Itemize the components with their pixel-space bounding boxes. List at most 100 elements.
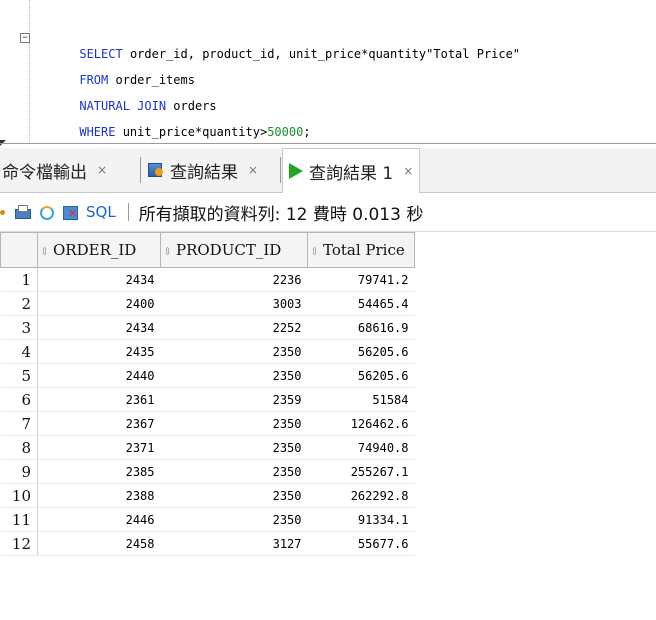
row-number: 1 [0,267,38,292]
close-icon[interactable]: × [93,163,107,177]
table-row[interactable]: 9 2385 2350 255267.1 [0,459,415,484]
output-tabstrip: 命令檔輸出 × 查詢結果 × 查詢結果 1 × [0,148,656,193]
total-price-cell[interactable]: 54465.4 [307,291,415,316]
sort-icon[interactable]: ⇕ [40,245,50,258]
tab-divider [280,157,281,183]
row-number: 5 [0,363,38,388]
order-id-cell[interactable]: 2434 [37,315,161,340]
tab-query-result[interactable]: 查詢結果 × [148,148,258,192]
order-id-cell[interactable]: 2458 [37,531,161,556]
product-id-cell[interactable]: 2350 [160,459,308,484]
table-row[interactable]: 5 2440 2350 56205.6 [0,363,415,388]
table-header-row: ⇕ ORDER_ID ⇕ PRODUCT_ID ⇕ Total Price [0,232,415,268]
order-id-cell[interactable]: 2371 [37,435,161,460]
sql-text: unit_price*quantity> [115,125,268,139]
table-row[interactable]: 12 2458 3127 55677.6 [0,531,415,556]
toolbar-divider [127,203,129,221]
table-row[interactable]: 10 2388 2350 262292.8 [0,483,415,508]
total-price-cell[interactable]: 51584 [307,387,415,412]
results-toolbar: SQL 所有擷取的資料列: 12 費時 0.013 秒 [0,193,656,232]
product-id-cell[interactable]: 3003 [160,291,308,316]
product-id-cell[interactable]: 3127 [160,531,308,556]
sql-editor[interactable]: − SELECT order_id, product_id, unit_pric… [0,0,656,146]
order-id-cell[interactable]: 2435 [37,339,161,364]
tab-label: 命令檔輸出 [2,162,87,183]
product-id-cell[interactable]: 2350 [160,339,308,364]
row-number: 7 [0,411,38,436]
close-icon[interactable]: × [399,164,413,178]
row-number: 12 [0,531,38,556]
total-price-cell[interactable]: 126462.6 [307,411,415,436]
tab-label: 查詢結果 [170,162,238,183]
row-number: 10 [0,483,38,508]
column-header-product-id[interactable]: ⇕ PRODUCT_ID [160,232,308,268]
row-number-header [0,232,38,268]
editor-gutter [29,0,30,144]
order-id-cell[interactable]: 2440 [37,363,161,388]
total-price-cell[interactable]: 55677.6 [307,531,415,556]
product-id-cell[interactable]: 2350 [160,483,308,508]
product-id-cell[interactable]: 2359 [160,387,308,412]
product-id-cell[interactable]: 2236 [160,267,308,292]
results-table: ⇕ ORDER_ID ⇕ PRODUCT_ID ⇕ Total Price 1 243… [0,232,415,556]
tab-script-output[interactable]: 命令檔輸出 × [2,148,107,192]
tab-query-result-1[interactable]: 查詢結果 1 × [282,148,421,193]
sort-icon[interactable]: ⇕ [163,245,173,258]
export-icon[interactable] [62,204,78,220]
refresh-icon[interactable] [38,204,54,220]
sql-text: ; [303,125,311,139]
total-price-cell[interactable]: 56205.6 [307,363,415,388]
row-number: 11 [0,507,38,532]
column-header-total-price[interactable]: ⇕ Total Price [307,232,415,268]
product-id-cell[interactable]: 2350 [160,411,308,436]
order-id-cell[interactable]: 2434 [37,267,161,292]
sql-button[interactable]: SQL [86,203,116,221]
table-row[interactable]: 4 2435 2350 56205.6 [0,339,415,364]
order-id-cell[interactable]: 2361 [37,387,161,412]
pin-icon[interactable] [0,204,6,220]
column-header-order-id[interactable]: ⇕ ORDER_ID [37,232,161,268]
total-price-cell[interactable]: 74940.8 [307,435,415,460]
sql-number: 50000 [267,125,304,139]
row-number: 9 [0,459,38,484]
order-id-cell[interactable]: 2446 [37,507,161,532]
table-row[interactable]: 1 2434 2236 79741.2 [0,267,415,292]
tab-label: 查詢結果 1 [309,163,394,184]
order-id-cell[interactable]: 2367 [37,411,161,436]
row-number: 6 [0,387,38,412]
table-row[interactable]: 3 2434 2252 68616.9 [0,315,415,340]
total-price-cell[interactable]: 56205.6 [307,339,415,364]
total-price-cell[interactable]: 91334.1 [307,507,415,532]
tab-divider [140,157,141,183]
fold-toggle-icon[interactable]: − [20,33,30,43]
sql-keyword: WHERE [79,125,116,139]
sql-developer-window: − SELECT order_id, product_id, unit_pric… [0,0,656,620]
order-id-cell[interactable]: 2385 [37,459,161,484]
run-triangle-icon [289,163,303,179]
table-row[interactable]: 7 2367 2350 126462.6 [0,411,415,436]
table-row[interactable]: 11 2446 2350 91334.1 [0,507,415,532]
total-price-cell[interactable]: 79741.2 [307,267,415,292]
product-id-cell[interactable]: 2252 [160,315,308,340]
printer-icon[interactable] [14,204,31,220]
total-price-cell[interactable]: 262292.8 [307,483,415,508]
results-grid[interactable]: ⇕ ORDER_ID ⇕ PRODUCT_ID ⇕ Total Price 1 243… [0,232,656,620]
column-header-label: ORDER_ID [53,241,137,259]
product-id-cell[interactable]: 2350 [160,435,308,460]
product-id-cell[interactable]: 2350 [160,507,308,532]
product-id-cell[interactable]: 2350 [160,363,308,388]
order-id-cell[interactable]: 2388 [37,483,161,508]
column-header-label: PRODUCT_ID [176,241,282,259]
close-icon[interactable]: × [244,163,258,177]
row-number: 3 [0,315,38,340]
total-price-cell[interactable]: 255267.1 [307,459,415,484]
results-grid-icon [148,163,164,177]
sort-icon[interactable]: ⇕ [310,245,320,258]
row-number: 2 [0,291,38,316]
order-id-cell[interactable]: 2400 [37,291,161,316]
table-row[interactable]: 8 2371 2350 74940.8 [0,435,415,460]
row-number: 8 [0,435,38,460]
table-row[interactable]: 2 2400 3003 54465.4 [0,291,415,316]
table-row[interactable]: 6 2361 2359 51584 [0,387,415,412]
total-price-cell[interactable]: 68616.9 [307,315,415,340]
